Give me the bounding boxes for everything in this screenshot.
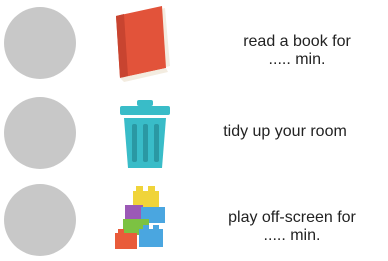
task-text-line2: ..... min.: [263, 227, 321, 244]
task-label-tidy-room: tidy up your room: [185, 123, 385, 141]
task-checkbox-tidy-room[interactable]: [4, 97, 76, 169]
task-text-line1: read a book for: [243, 33, 351, 50]
trash-bin-icon: [110, 98, 180, 178]
task-row-read-book: read a book for ..... min.: [0, 4, 388, 84]
building-blocks-icon: [105, 181, 175, 261]
task-label-read-book: read a book for ..... min.: [210, 33, 384, 69]
task-text-line1: tidy up your room: [223, 123, 347, 140]
book-icon: [110, 4, 180, 84]
task-row-play-off-screen: play off-screen for ..... min.: [0, 181, 388, 261]
task-checkbox-read-book[interactable]: [4, 7, 76, 79]
task-row-tidy-room: tidy up your room: [0, 94, 388, 174]
task-text-line1: play off-screen for: [228, 209, 356, 226]
task-text-line2: ..... min.: [268, 51, 326, 68]
task-label-play-off-screen: play off-screen for ..... min.: [196, 209, 388, 245]
task-checkbox-play-off-screen[interactable]: [4, 184, 76, 256]
